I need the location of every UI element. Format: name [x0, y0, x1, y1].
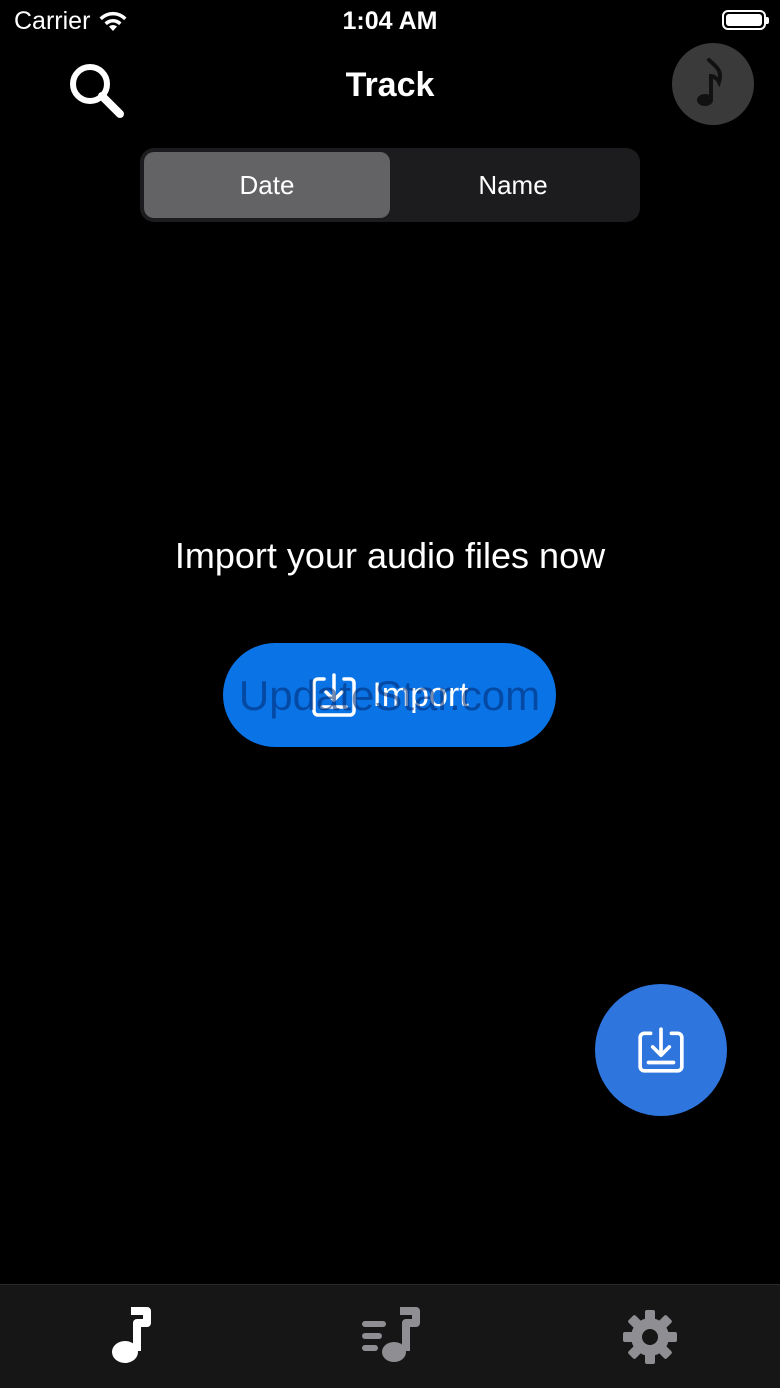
empty-state-message: Import your audio files now [174, 535, 606, 576]
import-tray-icon [638, 1027, 684, 1073]
segment-name[interactable]: Name [390, 152, 636, 218]
import-tray-icon [312, 673, 357, 717]
import-button-label: Import [372, 675, 469, 714]
tab-playlists[interactable] [260, 1285, 520, 1388]
tab-tracks[interactable] [0, 1285, 260, 1388]
import-fab[interactable] [595, 984, 727, 1116]
segment-date[interactable]: Date [144, 152, 390, 218]
page-title: Track [345, 66, 435, 104]
battery-full-icon [722, 10, 769, 30]
music-note-icon [112, 1306, 151, 1363]
music-note-icon [697, 58, 722, 106]
playlist-icon [362, 1306, 420, 1362]
sort-segmented-control: Date Name [140, 148, 640, 222]
tab-bar [0, 1284, 780, 1388]
tab-settings[interactable] [520, 1285, 780, 1388]
now-playing-button[interactable] [672, 43, 754, 125]
import-button[interactable]: Import [223, 643, 556, 747]
gear-icon [623, 1309, 677, 1364]
status-time: 1:04 AM [342, 7, 438, 35]
status-bar: Carrier 1:04 AM [0, 0, 780, 44]
